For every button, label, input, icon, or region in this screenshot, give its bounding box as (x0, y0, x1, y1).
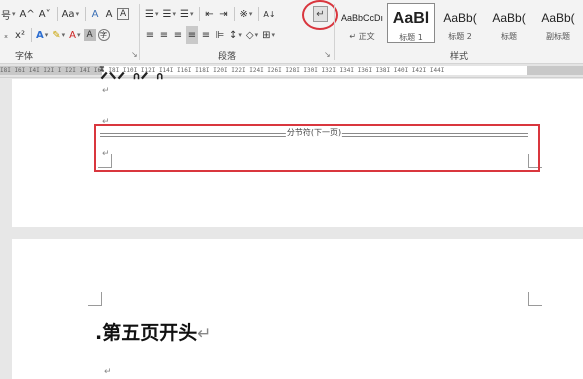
change-case-button[interactable]: Aa ▾ (61, 5, 80, 23)
style-subtitle[interactable]: AaBb( 副标题 (534, 3, 582, 43)
multilevel-list-button[interactable]: ☰ ▾ (179, 5, 194, 23)
align-center-button[interactable]: ≡ (158, 26, 170, 44)
word-window: 号 ▾ A^ A˅ Aa ▾ A A A ₓ x² A ▾ ✎ ▾ A ▾ A 字 字体 … (0, 0, 583, 379)
grow-font-button[interactable]: A^ (19, 5, 36, 23)
styles-group-label: 样式 (450, 52, 469, 62)
text-effects-button[interactable]: A ▾ (35, 26, 49, 44)
distributed-button[interactable]: ≡ (200, 26, 212, 44)
clear-format-button[interactable]: A (89, 5, 101, 23)
subscript-button[interactable]: ₓ (0, 26, 12, 44)
document-area[interactable]: ᐟᐠᐟ ᐢᐟ ᐢ ↵ ↵ ↵ 分节符(下一页) .第五页开头↵ ↵ (0, 67, 583, 379)
ribbon: 号 ▾ A^ A˅ Aa ▾ A A A ₓ x² A ▾ ✎ ▾ A ▾ A 字 字体 … (0, 0, 583, 64)
font-size-dropdown[interactable]: 号 ▾ (0, 5, 17, 23)
paragraph-row-2: ≡ ≡ ≡ ≡ ≡ ⊫ ↕ ▾ ◇ ▾ ⊞ ▾ (144, 25, 278, 45)
font-group-label: 字体 (15, 52, 34, 62)
ruler-ticks: I8I I6I I4I I2I I I2I I4I I6I I8I I10I I… (0, 67, 445, 74)
page-4[interactable]: ᐟᐠᐟ ᐢᐟ ᐢ ↵ ↵ ↵ 分节符(下一页) (12, 67, 583, 227)
superscript-button[interactable]: x² (14, 26, 26, 44)
char-border-icon[interactable]: A (117, 8, 130, 20)
borders-button[interactable]: ⊞ ▾ (261, 26, 276, 44)
chinese-layout-button[interactable]: ※ ▾ (238, 5, 253, 23)
highlight-circle (302, 0, 338, 30)
page-5[interactable]: .第五页开头↵ ↵ (12, 239, 583, 379)
align-text-button[interactable]: ⊫ (214, 26, 226, 44)
paragraph-row-1: ☰ ▾ ☰ ▾ ☰ ▾ ⇤ ⇥ ※ ▾ A↓ (144, 4, 279, 24)
style-normal[interactable]: AaBbCcDı ↵ 正文 (338, 3, 386, 43)
margin-corner-tl (88, 292, 102, 306)
font-row-1: 号 ▾ A^ A˅ Aa ▾ A A A (0, 4, 131, 24)
cut-off-heading: ᐟᐠᐟ ᐢᐟ ᐢ (100, 67, 164, 91)
justify-button[interactable]: ≡ (186, 26, 198, 44)
page-heading[interactable]: .第五页开头↵ (95, 318, 211, 345)
paragraph-dialog-launcher[interactable]: ↘ (324, 50, 331, 59)
shrink-font-button[interactable]: A˅ (38, 5, 52, 23)
font-dialog-launcher[interactable]: ↘ (131, 50, 138, 59)
styles-gallery: AaBbCcDı ↵ 正文 AaBl 标题 1 AaBb( 标题 2 AaBb(… (338, 3, 583, 45)
highlight-box (94, 124, 540, 172)
style-heading-2[interactable]: AaBb( 标题 2 (436, 3, 484, 43)
paragraph-group-label: 段落 (218, 52, 237, 62)
bullets-button[interactable]: ☰ ▾ (144, 5, 159, 23)
paragraph-mark: ↵ (102, 86, 110, 96)
margin-corner-tr (528, 292, 542, 306)
shading-button[interactable]: ◇ ▾ (245, 26, 259, 44)
font-row-2: ₓ x² A ▾ ✎ ▾ A ▾ A 字 (0, 25, 112, 45)
numbering-button[interactable]: ☰ ▾ (161, 5, 176, 23)
char-shading-button[interactable]: A (83, 29, 96, 41)
align-left-button[interactable]: ≡ (144, 26, 156, 44)
phonetic-guide-button[interactable]: A (103, 5, 115, 23)
style-heading-1[interactable]: AaBl 标题 1 (386, 3, 436, 43)
decrease-indent-button[interactable]: ⇤ (203, 5, 215, 23)
style-title[interactable]: AaBb( 标题 (485, 3, 533, 43)
sort-button[interactable]: A↓ (262, 5, 276, 23)
enclose-char-button[interactable]: 字 (97, 29, 110, 41)
paragraph-mark: ↵ (104, 367, 112, 377)
highlight-button[interactable]: ✎ ▾ (51, 26, 66, 44)
line-spacing-button[interactable]: ↕ ▾ (228, 26, 243, 44)
horizontal-ruler[interactable]: I8I I6I I4I I2I I I2I I4I I6I I8I I10I I… (0, 64, 583, 78)
font-color-button[interactable]: A ▾ (68, 26, 81, 44)
increase-indent-button[interactable]: ⇥ (217, 5, 229, 23)
align-right-button[interactable]: ≡ (172, 26, 184, 44)
